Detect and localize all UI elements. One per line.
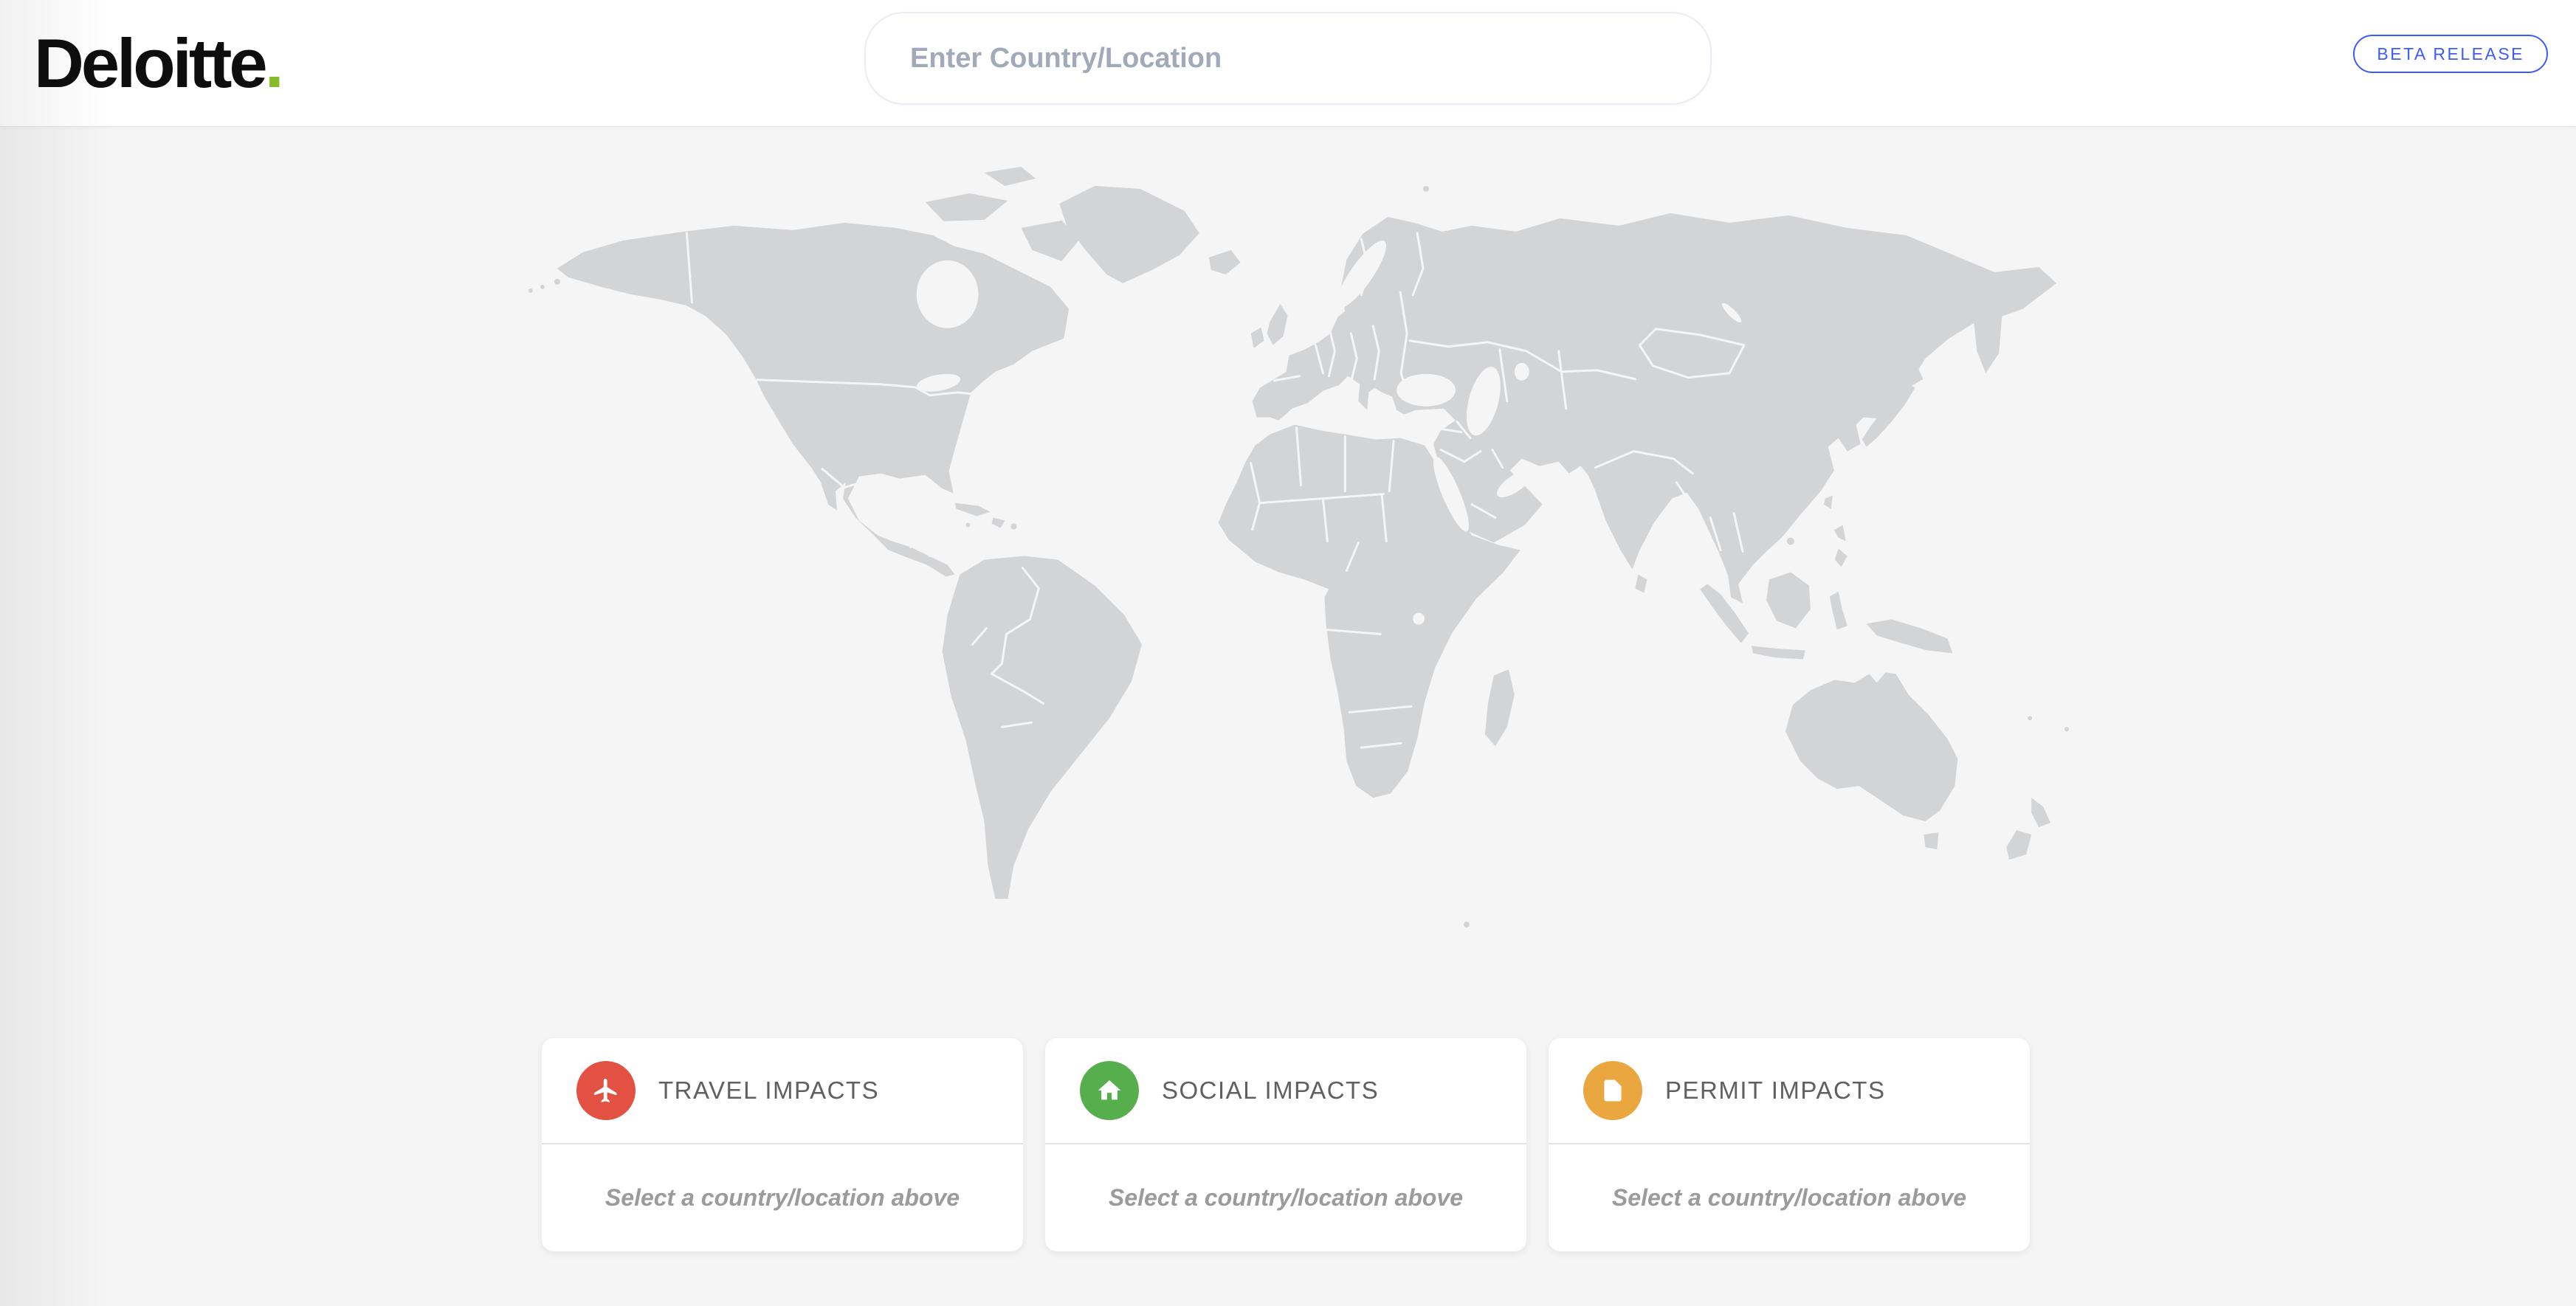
travel-impacts-card-header: TRAVEL IMPACTS	[542, 1038, 1023, 1144]
country-search	[864, 12, 1712, 105]
permit-impacts-title: PERMIT IMPACTS	[1665, 1077, 1885, 1105]
beta-release-badge: BETA RELEASE	[2353, 35, 2548, 73]
social-impacts-empty-text: Select a country/location above	[1109, 1184, 1463, 1212]
map-landmasses	[528, 167, 2069, 927]
permit-impacts-empty-text: Select a country/location above	[1612, 1184, 1966, 1212]
deloitte-logo-green-dot: .	[265, 24, 284, 103]
document-icon	[1583, 1061, 1642, 1120]
world-map[interactable]	[513, 158, 2074, 969]
country-search-input[interactable]	[864, 12, 1712, 105]
social-impacts-body: Select a country/location above	[1045, 1144, 1526, 1251]
travel-impacts-body: Select a country/location above	[542, 1144, 1023, 1251]
main-content: TRAVEL IMPACTS Select a country/location…	[0, 127, 2576, 1306]
permit-impacts-card: PERMIT IMPACTS Select a country/location…	[1549, 1038, 2030, 1251]
permit-impacts-card-header: PERMIT IMPACTS	[1549, 1038, 2030, 1144]
impact-cards-row: TRAVEL IMPACTS Select a country/location…	[542, 1038, 2030, 1251]
deloitte-logo-text: Deloitte	[34, 24, 265, 103]
airplane-icon	[576, 1061, 636, 1120]
travel-impacts-title: TRAVEL IMPACTS	[658, 1077, 879, 1105]
social-impacts-title: SOCIAL IMPACTS	[1162, 1077, 1379, 1105]
travel-impacts-card: TRAVEL IMPACTS Select a country/location…	[542, 1038, 1023, 1251]
app-header: Deloitte. BETA RELEASE	[0, 0, 2576, 127]
social-impacts-card-header: SOCIAL IMPACTS	[1045, 1038, 1526, 1144]
social-impacts-card: SOCIAL IMPACTS Select a country/location…	[1045, 1038, 1526, 1251]
home-icon	[1080, 1061, 1139, 1120]
deloitte-logo[interactable]: Deloitte.	[34, 0, 284, 127]
travel-impacts-empty-text: Select a country/location above	[605, 1184, 960, 1212]
world-map-svg	[513, 158, 2074, 969]
permit-impacts-body: Select a country/location above	[1549, 1144, 2030, 1251]
